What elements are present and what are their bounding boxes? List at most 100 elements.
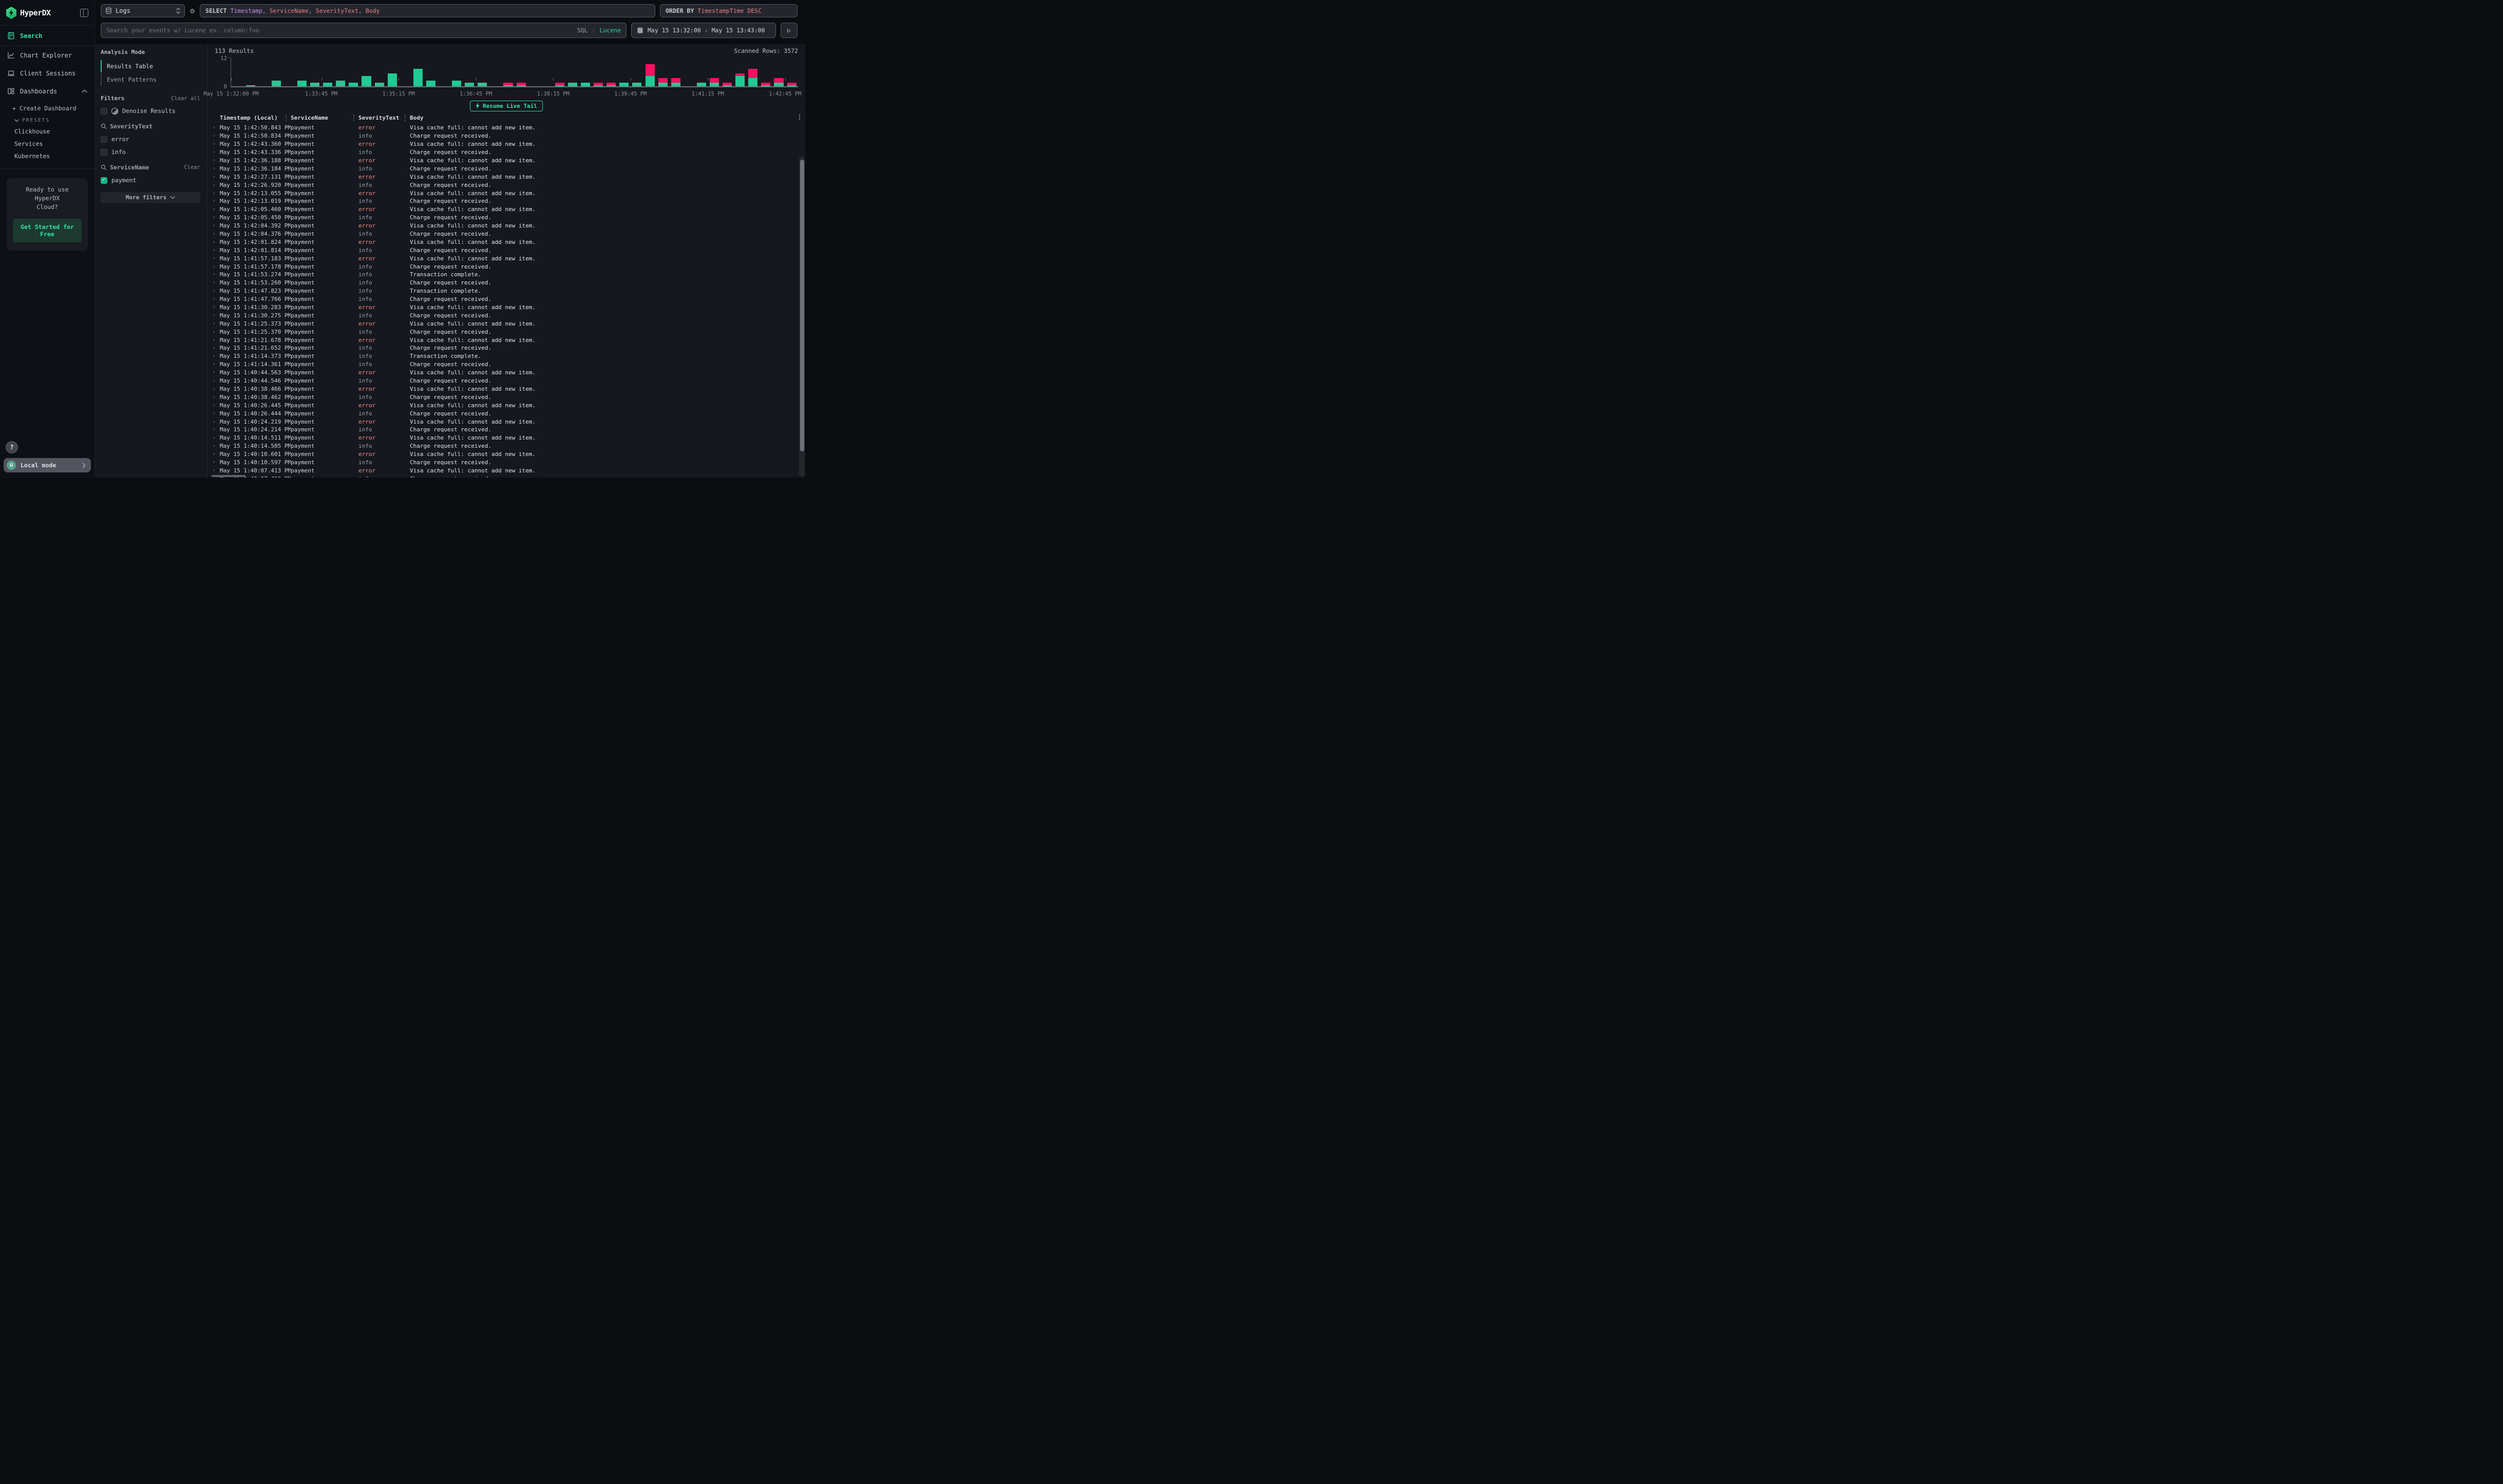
histogram-bucket[interactable]	[643, 60, 656, 87]
log-row[interactable]: ›May 15 1:41:47.823 PMpaymentinfoTransac…	[207, 287, 805, 295]
histogram-bucket[interactable]	[502, 60, 515, 87]
log-row[interactable]: ›May 15 1:42:01.824 PMpaymenterrorVisa c…	[207, 238, 805, 246]
source-settings-gear-icon[interactable]: ⚙	[189, 4, 195, 17]
log-row[interactable]: ›May 15 1:41:21.652 PMpaymentinfoCharge …	[207, 344, 805, 352]
log-row[interactable]: ›May 15 1:40:14.511 PMpaymenterrorVisa c…	[207, 434, 805, 442]
collapse-sidebar-icon[interactable]	[80, 9, 88, 17]
log-row[interactable]: ›May 15 1:41:25.373 PMpaymenterrorVisa c…	[207, 319, 805, 328]
log-row[interactable]: ›May 15 1:42:05.450 PMpaymentinfoCharge …	[207, 214, 805, 222]
col-severitytext[interactable]: SeverityText	[358, 115, 405, 121]
preset-kubernetes[interactable]: Kubernetes	[0, 150, 94, 162]
histogram-bucket[interactable]	[579, 60, 592, 87]
sql-mode-button[interactable]: SQL	[577, 27, 588, 34]
histogram-bucket[interactable]	[772, 60, 785, 87]
resume-live-tail-button[interactable]: Resume Live Tail	[470, 101, 543, 111]
histogram-bucket[interactable]	[592, 60, 605, 87]
histogram-bucket[interactable]	[244, 60, 257, 87]
log-row[interactable]: ›May 15 1:42:27.131 PMpaymenterrorVisa c…	[207, 173, 805, 181]
histogram-bucket[interactable]	[450, 60, 463, 87]
log-row[interactable]: ›May 15 1:41:21.678 PMpaymenterrorVisa c…	[207, 336, 805, 344]
histogram-bucket[interactable]	[399, 60, 411, 87]
payment-checkbox[interactable]	[101, 177, 107, 184]
more-filters-button[interactable]: More filters	[101, 192, 200, 203]
histogram-bucket[interactable]	[334, 60, 347, 87]
filter-option-error[interactable]: error	[101, 136, 200, 143]
run-query-button[interactable]: ▷	[781, 23, 798, 38]
log-row[interactable]: ›May 15 1:42:13.055 PMpaymenterrorVisa c…	[207, 189, 805, 197]
create-dashboard-button[interactable]: + Create Dashboard	[0, 101, 94, 115]
column-separator[interactable]	[405, 115, 406, 121]
log-row[interactable]: ›May 15 1:42:01.814 PMpaymentinfoCharge …	[207, 246, 805, 254]
histogram-bucket[interactable]	[270, 60, 282, 87]
log-row[interactable]: ›May 15 1:41:47.766 PMpaymentinfoCharge …	[207, 295, 805, 303]
lucene-mode-button[interactable]: Lucene	[599, 27, 621, 34]
log-row[interactable]: ›May 15 1:41:14.361 PMpaymentinfoCharge …	[207, 360, 805, 369]
log-row[interactable]: ›May 15 1:42:43.360 PMpaymenterrorVisa c…	[207, 140, 805, 148]
log-row[interactable]: ›May 15 1:42:36.184 PMpaymentinfoCharge …	[207, 164, 805, 173]
events-histogram[interactable]: 12 0 May 15 1:32:00 PM1:33:45 PM1:35:15 …	[215, 58, 798, 99]
table-options-kebab-icon[interactable]: ⋮	[797, 113, 803, 121]
log-row[interactable]: ›May 15 1:41:30.275 PMpaymentinfoCharge …	[207, 311, 805, 319]
histogram-bucket[interactable]	[605, 60, 618, 87]
help-button[interactable]: ?	[6, 441, 18, 453]
histogram-bucket[interactable]	[386, 60, 399, 87]
column-separator[interactable]	[353, 115, 354, 121]
clear-all-button[interactable]: Clear all	[171, 96, 200, 102]
histogram-bucket[interactable]	[257, 60, 270, 87]
preset-services[interactable]: Services	[0, 138, 94, 150]
histogram-bucket[interactable]	[489, 60, 502, 87]
log-row[interactable]: ›May 15 1:42:50.834 PMpaymentinfoCharge …	[207, 132, 805, 140]
histogram-bucket[interactable]	[708, 60, 720, 87]
filter-option-payment[interactable]: payment	[101, 177, 200, 184]
brand[interactable]: HyperDX	[6, 7, 51, 19]
log-row[interactable]: ›May 15 1:41:53.274 PMpaymentinfoTransac…	[207, 271, 805, 279]
mode-event-patterns[interactable]: Event Patterns	[101, 73, 200, 86]
sidebar-item-client-sessions[interactable]: Client Sessions	[0, 64, 94, 82]
histogram-bucket[interactable]	[347, 60, 360, 87]
log-row[interactable]: ›May 15 1:41:25.370 PMpaymentinfoCharge …	[207, 328, 805, 336]
histogram-bucket[interactable]	[721, 60, 734, 87]
scrollbar-thumb[interactable]	[800, 160, 804, 451]
histogram-bucket[interactable]	[540, 60, 553, 87]
log-row[interactable]: ›May 15 1:42:50.843 PMpaymenterrorVisa c…	[207, 124, 805, 132]
histogram-bucket[interactable]	[760, 60, 772, 87]
orderby-clause-input[interactable]: ORDER BY TimestampTime DESC	[660, 4, 798, 17]
log-row[interactable]: ›May 15 1:40:44.546 PMpaymentinfoCharge …	[207, 377, 805, 385]
log-row[interactable]: ›May 15 1:40:07.410 PMpaymentinfoCharge …	[207, 474, 805, 478]
log-row[interactable]: ›May 15 1:40:24.214 PMpaymentinfoCharge …	[207, 426, 805, 434]
histogram-bucket[interactable]	[411, 60, 424, 87]
log-row[interactable]: ›May 15 1:41:14.373 PMpaymentinfoTransac…	[207, 352, 805, 360]
histogram-bucket[interactable]	[682, 60, 695, 87]
log-row[interactable]: ›May 15 1:42:36.188 PMpaymenterrorVisa c…	[207, 157, 805, 165]
log-row[interactable]: ›May 15 1:40:26.445 PMpaymenterrorVisa c…	[207, 401, 805, 409]
search-input[interactable]	[106, 27, 466, 34]
histogram-bucket[interactable]	[231, 60, 244, 87]
log-row[interactable]: ›May 15 1:41:30.283 PMpaymenterrorVisa c…	[207, 303, 805, 312]
log-row[interactable]: ›May 15 1:42:04.376 PMpaymentinfoCharge …	[207, 230, 805, 238]
info-checkbox[interactable]	[101, 149, 107, 156]
col-body[interactable]: Body	[410, 115, 798, 121]
column-separator[interactable]	[286, 115, 287, 121]
histogram-bucket[interactable]	[669, 60, 682, 87]
log-row[interactable]: ›May 15 1:41:57.178 PMpaymentinfoCharge …	[207, 262, 805, 271]
select-clause-input[interactable]: SELECT Timestamp, ServiceName, SeverityT…	[200, 4, 655, 17]
vertical-scrollbar[interactable]	[799, 156, 805, 477]
denoise-checkbox[interactable]	[101, 108, 107, 115]
histogram-bucket[interactable]	[553, 60, 566, 87]
histogram-bucket[interactable]	[476, 60, 489, 87]
col-servicename[interactable]: ServiceName	[291, 115, 353, 121]
histogram-bucket[interactable]	[734, 60, 747, 87]
histogram-bucket[interactable]	[527, 60, 540, 87]
log-row[interactable]: ›May 15 1:40:14.505 PMpaymentinfoCharge …	[207, 442, 805, 450]
histogram-bucket[interactable]	[373, 60, 386, 87]
log-row[interactable]: ›May 15 1:40:10.601 PMpaymenterrorVisa c…	[207, 450, 805, 459]
histogram-bucket[interactable]	[631, 60, 643, 87]
preset-clickhouse[interactable]: Clickhouse	[0, 125, 94, 138]
error-checkbox[interactable]	[101, 136, 107, 143]
log-row[interactable]: ›May 15 1:41:57.183 PMpaymenterrorVisa c…	[207, 254, 805, 262]
log-row[interactable]: ›May 15 1:40:24.219 PMpaymenterrorVisa c…	[207, 417, 805, 426]
denoise-toggle[interactable]: Denoise Results	[101, 107, 200, 115]
histogram-bucket[interactable]	[785, 60, 798, 87]
histogram-bucket[interactable]	[747, 60, 760, 87]
col-timestamp[interactable]: Timestamp (Local)	[220, 115, 286, 121]
